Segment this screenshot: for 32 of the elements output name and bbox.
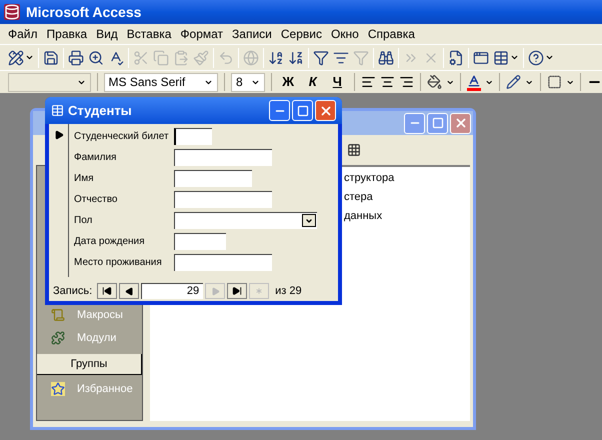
font-combo[interactable]: MS Sans Serif (104, 72, 218, 92)
field-label: Имя (74, 172, 94, 186)
record-count: из 29 (275, 284, 302, 299)
menu-item[interactable]: Записи (232, 25, 272, 43)
menu-item[interactable]: Справка (368, 25, 415, 43)
field-label: Фамилия (74, 150, 118, 164)
record-number-field[interactable]: 29 (141, 283, 204, 299)
size-combo[interactable]: 8 (230, 72, 265, 92)
window-title: Студенты (68, 102, 133, 120)
menu-item[interactable]: Правка (46, 25, 88, 43)
underline-button[interactable]: Ч (327, 72, 348, 92)
record-label: Запись: (53, 284, 92, 299)
italic-button[interactable]: К (302, 72, 324, 92)
groups-button[interactable]: Группы (37, 354, 142, 375)
menu-item[interactable]: Сервис (280, 25, 322, 43)
list-item[interactable]: стера (344, 189, 373, 205)
field-label: Отчество (74, 192, 118, 206)
font-name: MS Sans Serif (108, 74, 186, 91)
bold-button[interactable]: Ж (278, 72, 298, 92)
field-label: Студенческий билет (74, 130, 170, 144)
menu-item[interactable]: Вставка (126, 25, 172, 43)
menu-item[interactable]: Формат (180, 25, 224, 43)
font-size: 8 (234, 74, 244, 91)
menu-item[interactable]: Окно (330, 25, 359, 43)
menu-item[interactable]: Файл (8, 25, 38, 43)
field-label: Дата рождения (74, 234, 146, 248)
menu-item[interactable]: Вид (96, 25, 118, 43)
field-label: Место проживания (74, 256, 163, 270)
list-item[interactable]: структора (344, 170, 394, 186)
list-item[interactable]: данных (344, 208, 382, 224)
window-title: Microsoft Access (26, 2, 142, 22)
field-label: Пол (74, 214, 94, 228)
